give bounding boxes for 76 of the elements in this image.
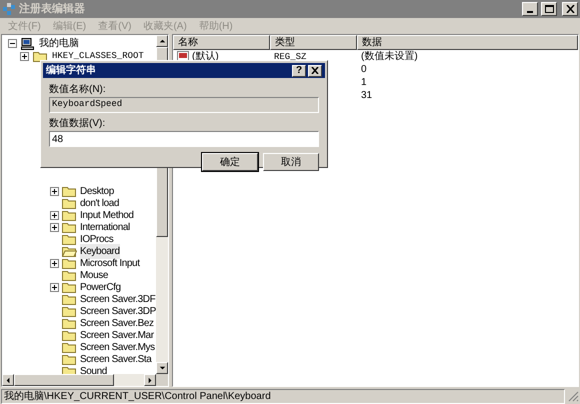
- folder-icon: [62, 282, 77, 292]
- tree-item[interactable]: Input Method: [80, 208, 134, 222]
- tree-item[interactable]: Screen Saver.Mar: [80, 328, 154, 342]
- status-bar: 我的电脑\HKEY_CURRENT_USER\Control Panel\Keyboard: [1, 388, 565, 404]
- close-button[interactable]: [308, 64, 322, 76]
- maximize-button[interactable]: [541, 2, 557, 16]
- folder-icon: [62, 186, 77, 196]
- expand-icon[interactable]: [50, 222, 59, 232]
- scroll-arrow-button[interactable]: [144, 374, 156, 386]
- open-folder-icon: [62, 246, 77, 256]
- column-header[interactable]: 类型: [270, 35, 357, 50]
- tree-item[interactable]: IOProcs: [80, 232, 114, 246]
- cancel-button[interactable]: 取消: [263, 153, 319, 171]
- tree-item[interactable]: Desktop: [80, 184, 114, 198]
- folder-icon: [62, 210, 77, 220]
- collapse-icon[interactable]: [8, 39, 17, 48]
- tree-item[interactable]: 我的电脑: [39, 36, 79, 51]
- tree-item[interactable]: Screen Saver.Sta: [80, 352, 152, 366]
- field-label: 数值名称(N):: [49, 83, 107, 97]
- tree-item[interactable]: Microsoft Input: [80, 256, 140, 270]
- folder-icon: [62, 342, 77, 352]
- expand-icon[interactable]: [50, 186, 59, 196]
- scrollbar-corner: [156, 374, 168, 386]
- tree-item[interactable]: Mouse: [80, 268, 108, 282]
- table-cell: 1: [361, 77, 367, 88]
- folder-icon: [62, 354, 77, 364]
- folder-icon: [62, 294, 77, 304]
- tree-item[interactable]: Screen Saver.Mys: [80, 340, 155, 354]
- tree-item[interactable]: don't load: [80, 196, 120, 210]
- field-label: 数值数据(V):: [49, 117, 106, 131]
- expand-icon[interactable]: [20, 52, 29, 61]
- registry-editor-icon: [2, 2, 16, 16]
- horizontal-scrollbar[interactable]: [2, 374, 168, 386]
- column-header[interactable]: 名称: [173, 35, 270, 50]
- folder-icon: [62, 318, 77, 328]
- scroll-arrow-button[interactable]: [2, 374, 14, 386]
- minimize-button[interactable]: [522, 2, 538, 16]
- folder-icon: [62, 234, 77, 244]
- close-icon: [566, 5, 574, 13]
- folder-icon: [62, 270, 77, 280]
- tree-item[interactable]: Screen Saver.3DF: [80, 292, 156, 306]
- scrollbar-thumb[interactable]: [14, 374, 114, 386]
- maximize-icon: [544, 5, 554, 13]
- folder-icon: [33, 51, 48, 62]
- close-button[interactable]: [562, 2, 578, 16]
- folder-icon: [62, 306, 77, 316]
- tree-item[interactable]: Screen Saver.3DP: [80, 304, 156, 318]
- value-name-field[interactable]: KeyboardSpeed: [49, 97, 319, 113]
- tree-item[interactable]: Sound: [80, 364, 107, 374]
- folder-icon: [62, 258, 77, 268]
- expand-icon[interactable]: [50, 210, 59, 220]
- expand-icon[interactable]: [50, 258, 59, 268]
- table-cell: 31: [361, 90, 372, 101]
- tree-item[interactable]: PowerCfg: [80, 280, 121, 294]
- expand-icon[interactable]: [50, 282, 59, 292]
- folder-icon: [62, 198, 77, 208]
- scroll-arrow-button[interactable]: [156, 362, 168, 374]
- table-cell: REG_SZ: [274, 52, 306, 62]
- tree-item[interactable]: Keyboard: [80, 244, 120, 258]
- scroll-arrow-button[interactable]: [156, 35, 168, 47]
- tree-item[interactable]: HKEY_CLASSES_ROOT: [52, 50, 144, 64]
- dialog-title: 编辑字符串: [46, 63, 97, 78]
- folder-icon: [62, 330, 77, 340]
- window-title: 注册表编辑器: [19, 2, 85, 17]
- computer-icon: [21, 38, 35, 50]
- close-icon: [311, 67, 319, 74]
- ok-button[interactable]: 确定: [202, 153, 258, 171]
- table-cell: 0: [361, 64, 367, 75]
- resize-grip-icon: [567, 390, 579, 402]
- folder-icon: [62, 222, 77, 232]
- value-data-field[interactable]: 48: [49, 131, 319, 147]
- column-header[interactable]: 数据: [357, 35, 578, 50]
- table-cell: (数值未设置): [361, 51, 418, 62]
- tree-item[interactable]: Screen Saver.Bez: [80, 316, 154, 330]
- tree-item[interactable]: International: [80, 220, 130, 234]
- help-button[interactable]: ?: [292, 64, 306, 76]
